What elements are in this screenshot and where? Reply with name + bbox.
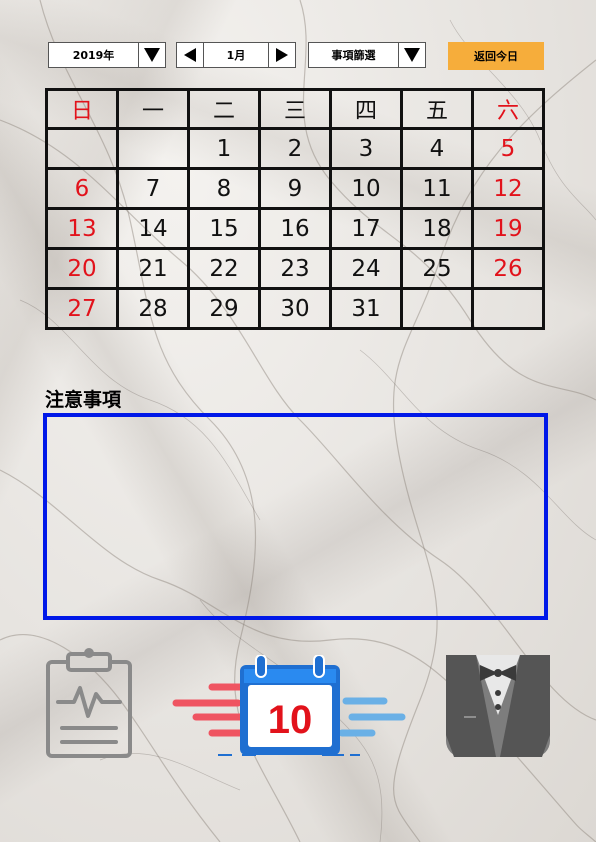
filter-label: 事項篩選 (331, 49, 376, 62)
today-button[interactable]: 返回今日 (448, 42, 544, 70)
next-month-button[interactable] (268, 43, 295, 67)
weekday-fri: 五 (400, 88, 474, 130)
day-cell[interactable]: 30 (258, 287, 332, 330)
day-cell[interactable]: 3 (329, 127, 403, 170)
day-cell[interactable]: 14 (116, 207, 190, 250)
day-cell[interactable] (400, 287, 474, 330)
prev-month-button[interactable] (177, 43, 204, 67)
day-cell[interactable]: 23 (258, 247, 332, 290)
day-cell[interactable]: 15 (187, 207, 261, 250)
weekday-sat: 六 (471, 88, 545, 130)
day-cell[interactable]: 16 (258, 207, 332, 250)
day-cell[interactable]: 17 (329, 207, 403, 250)
weekday-thu: 四 (329, 88, 403, 130)
day-cell[interactable]: 9 (258, 167, 332, 210)
day-cell[interactable]: 4 (400, 127, 474, 170)
weekday-tue: 二 (187, 88, 261, 130)
year-value: 2019年 (72, 49, 115, 62)
day-cell[interactable]: 13 (45, 207, 119, 250)
weekday-header-row: 日 一 二 三 四 五 六 (45, 88, 545, 130)
day-cell[interactable]: 21 (116, 247, 190, 290)
day-cell[interactable]: 18 (400, 207, 474, 250)
day-cell[interactable]: 7 (116, 167, 190, 210)
day-cell[interactable]: 10 (329, 167, 403, 210)
day-cell[interactable]: 2 (258, 127, 332, 170)
year-select[interactable]: 2019年 (48, 42, 166, 68)
calendar-grid: 日 一 二 三 四 五 六 1 2 3 4 5 6 7 8 9 10 11 12… (45, 88, 545, 330)
day-cell[interactable] (471, 287, 545, 330)
tuxedo-icon[interactable] (446, 655, 550, 761)
week-row: 20 21 22 23 24 25 26 (45, 247, 545, 290)
filter-select[interactable]: 事項篩選 (308, 42, 426, 68)
clipboard-health-icon[interactable] (44, 648, 134, 764)
week-row: 6 7 8 9 10 11 12 (45, 167, 545, 210)
day-cell[interactable]: 26 (471, 247, 545, 290)
calendar-icon[interactable]: 10 (172, 654, 408, 765)
year-dropdown-button[interactable] (138, 43, 165, 67)
day-cell[interactable]: 5 (471, 127, 545, 170)
week-row: 27 28 29 30 31 (45, 287, 545, 330)
day-cell[interactable]: 29 (187, 287, 261, 330)
notes-area[interactable] (43, 413, 548, 620)
week-row: 1 2 3 4 5 (45, 127, 545, 170)
day-cell[interactable]: 28 (116, 287, 190, 330)
day-cell[interactable] (45, 127, 119, 170)
notes-title: 注意事項 (45, 389, 122, 411)
day-cell[interactable]: 8 (187, 167, 261, 210)
day-cell[interactable]: 6 (45, 167, 119, 210)
weekday-mon: 一 (116, 88, 190, 130)
weekday-wed: 三 (258, 88, 332, 130)
day-cell[interactable]: 12 (471, 167, 545, 210)
day-cell[interactable]: 20 (45, 247, 119, 290)
filter-dropdown-button[interactable] (398, 43, 425, 67)
day-cell[interactable]: 19 (471, 207, 545, 250)
arrow-left-icon (184, 48, 196, 62)
day-cell[interactable] (116, 127, 190, 170)
month-value: 1月 (226, 49, 246, 62)
week-row: 13 14 15 16 17 18 19 (45, 207, 545, 250)
day-cell[interactable]: 22 (187, 247, 261, 290)
day-cell[interactable]: 11 (400, 167, 474, 210)
calendar-icon-day: 10 (268, 698, 313, 742)
day-cell[interactable]: 25 (400, 247, 474, 290)
weekday-sun: 日 (45, 88, 119, 130)
day-cell[interactable]: 1 (187, 127, 261, 170)
day-cell[interactable]: 31 (329, 287, 403, 330)
month-selector: 1月 (176, 42, 296, 68)
chevron-down-icon (144, 48, 160, 62)
day-cell[interactable]: 27 (45, 287, 119, 330)
day-cell[interactable]: 24 (329, 247, 403, 290)
arrow-right-icon (276, 48, 288, 62)
chevron-down-icon (404, 48, 420, 62)
